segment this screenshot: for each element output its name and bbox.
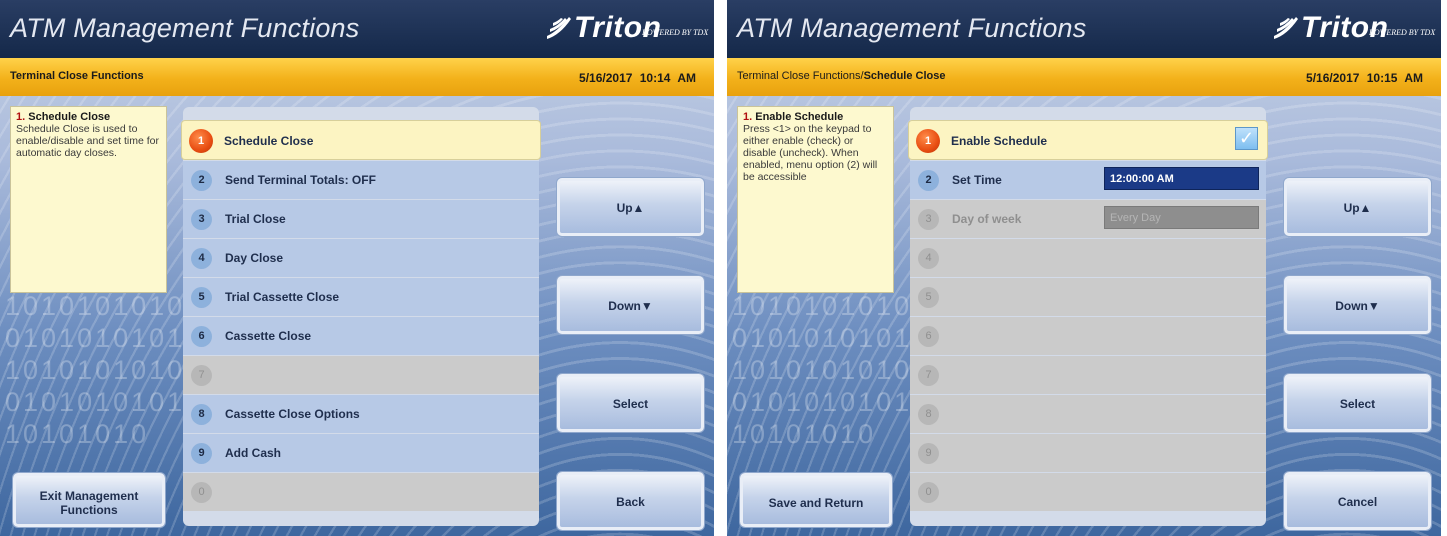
- up-button[interactable]: Up▲: [1284, 178, 1431, 236]
- date-time: 5/16/2017 10:14 AM: [579, 71, 696, 85]
- set-time-field[interactable]: 12:00:00 AM: [1104, 167, 1259, 190]
- menu-item-day-close[interactable]: 4 Day Close: [183, 239, 539, 277]
- title-bar: ATM Management Functions Triton POWERED …: [727, 0, 1441, 58]
- menu-item-cassette-close[interactable]: 6 Cassette Close: [183, 317, 539, 355]
- menu-item-cassette-close-options[interactable]: 8 Cassette Close Options: [183, 395, 539, 433]
- menu-item-empty: 6: [910, 317, 1266, 355]
- menu-number-badge: 0: [918, 482, 939, 503]
- menu-number-badge: 3: [191, 209, 212, 230]
- menu-item-add-cash[interactable]: 9 Add Cash: [183, 434, 539, 472]
- background-binary-pattern: 1010101010101010101010101010101010101010…: [5, 291, 204, 449]
- checkmark-icon: ✓: [1238, 128, 1255, 148]
- atm-screen-schedule-close: 1010101010101010101010101010101010101010…: [727, 0, 1441, 536]
- status-bar: Terminal Close Functions/Schedule Close …: [727, 58, 1441, 96]
- menu-number-badge: 6: [191, 326, 212, 347]
- title-bar: ATM Management Functions Triton POWERED …: [0, 0, 714, 58]
- breadcrumb: Terminal Close Functions: [10, 70, 144, 82]
- page-title: ATM Management Functions: [737, 13, 1087, 43]
- enable-schedule-checkbox[interactable]: ✓: [1235, 127, 1258, 150]
- date-time: 5/16/2017 10:15 AM: [1306, 71, 1423, 85]
- menu-item-label: Cassette Close Options: [225, 407, 360, 421]
- background-binary-pattern: 1010101010101010101010101010101010101010…: [732, 291, 931, 449]
- help-text: Press <1> on the keypad to either enable…: [743, 123, 878, 183]
- up-button[interactable]: Up▲: [557, 178, 704, 236]
- menu-number-badge: 5: [191, 287, 212, 308]
- day-of-week-field: Every Day: [1104, 206, 1259, 229]
- triton-mark-icon: [547, 17, 571, 39]
- menu-item-trial-cassette-close[interactable]: 5 Trial Cassette Close: [183, 278, 539, 316]
- atm-screen-terminal-close: 1010101010101010101010101010101010101010…: [0, 0, 714, 536]
- breadcrumb-parent: Terminal Close Functions/: [737, 70, 864, 82]
- menu-item-label: Day Close: [225, 251, 284, 265]
- menu-item-label: Send Terminal Totals: OFF: [225, 173, 376, 187]
- menu-item-label: Set Time: [952, 173, 1002, 187]
- menu-number-badge: 8: [191, 404, 212, 425]
- menu-item-label: Schedule Close: [224, 134, 314, 148]
- menu-number-badge: 8: [918, 404, 939, 425]
- menu-number-badge: 4: [191, 248, 212, 269]
- menu-number-badge: 2: [191, 170, 212, 191]
- menu-item-empty: 9: [910, 434, 1266, 472]
- help-title: 1. Schedule Close: [16, 111, 111, 123]
- menu-item-set-time[interactable]: 2 Set Time 12:00:00 AM: [910, 161, 1266, 199]
- menu-number-badge: 1: [916, 129, 940, 153]
- menu-item-enable-schedule[interactable]: 1 Enable Schedule ✓: [908, 120, 1268, 160]
- menu-number-badge: 5: [918, 287, 939, 308]
- save-and-return-button[interactable]: Save and Return: [740, 473, 892, 527]
- menu-item-empty: 0: [910, 473, 1266, 511]
- menu-item-send-terminal-totals[interactable]: 2 Send Terminal Totals: OFF: [183, 161, 539, 199]
- menu-item-label: Enable Schedule: [951, 134, 1048, 148]
- select-button[interactable]: Select: [1284, 374, 1431, 432]
- menu-item-empty: 5: [910, 278, 1266, 316]
- status-bar: Terminal Close Functions 5/16/2017 10:14…: [0, 58, 714, 96]
- powered-by-text: POWERED BY TDX: [642, 28, 709, 37]
- menu-number-badge: 3: [918, 209, 939, 230]
- back-button[interactable]: Back: [557, 472, 704, 530]
- menu-item-empty: 7: [910, 356, 1266, 394]
- help-panel: 1. Schedule Close Schedule Close is used…: [10, 106, 167, 293]
- menu-number-badge: 2: [918, 170, 939, 191]
- menu-item-label: Trial Cassette Close: [225, 290, 340, 304]
- menu-number-badge: 7: [918, 365, 939, 386]
- powered-by-text: POWERED BY TDX: [1369, 28, 1436, 37]
- help-title: 1. Enable Schedule: [743, 111, 844, 123]
- menu-number-badge: 9: [918, 443, 939, 464]
- menu-item-empty: 4: [910, 239, 1266, 277]
- cancel-button[interactable]: Cancel: [1284, 472, 1431, 530]
- menu-item-day-of-week: 3 Day of week Every Day: [910, 200, 1266, 238]
- select-button[interactable]: Select: [557, 374, 704, 432]
- menu-number-badge: 0: [191, 482, 212, 503]
- page-title: ATM Management Functions: [10, 13, 360, 43]
- help-text: Schedule Close is used to enable/disable…: [16, 123, 160, 159]
- menu-item-empty: 0: [183, 473, 539, 511]
- breadcrumb-current: Terminal Close Functions: [10, 70, 144, 82]
- menu-item-trial-close[interactable]: 3 Trial Close: [183, 200, 539, 238]
- menu-number-badge: 7: [191, 365, 212, 386]
- menu-number-badge: 1: [189, 129, 213, 153]
- breadcrumb-current: Schedule Close: [863, 70, 946, 82]
- down-button[interactable]: Down▼: [1284, 276, 1431, 334]
- menu-item-empty: 7: [183, 356, 539, 394]
- help-panel: 1. Enable Schedule Press <1> on the keyp…: [737, 106, 894, 293]
- breadcrumb: Terminal Close Functions/Schedule Close: [737, 70, 945, 82]
- menu-number-badge: 9: [191, 443, 212, 464]
- menu-item-label: Trial Close: [225, 212, 286, 226]
- exit-management-functions-button[interactable]: Exit Management Functions: [13, 473, 165, 527]
- menu-item-label: Add Cash: [225, 446, 282, 460]
- menu-item-label: Cassette Close: [225, 329, 312, 343]
- menu-number-badge: 4: [918, 248, 939, 269]
- menu-number-badge: 6: [918, 326, 939, 347]
- menu-item-label: Day of week: [952, 212, 1022, 226]
- menu-item-empty: 8: [910, 395, 1266, 433]
- down-button[interactable]: Down▼: [557, 276, 704, 334]
- menu-item-schedule-close[interactable]: 1 Schedule Close: [181, 120, 541, 160]
- triton-mark-icon: [1274, 17, 1298, 39]
